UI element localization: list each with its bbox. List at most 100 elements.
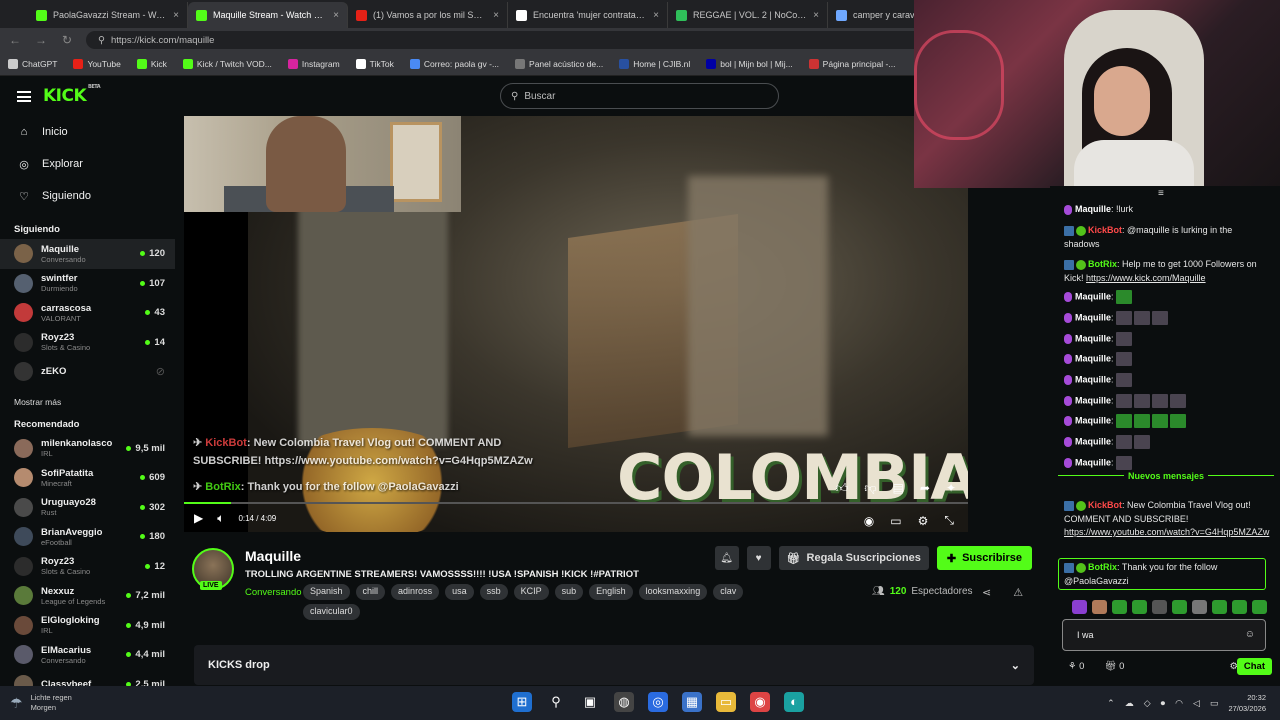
subscribe-button[interactable]: ✚ Suscribirse [936,546,1032,570]
chat-send-button[interactable]: Chat [1236,657,1272,675]
sidebar-channel[interactable]: Nexxuz League of Legends 7,2 mil [0,581,175,611]
thumbs-down-icon[interactable]: 👎︎ [864,481,876,496]
emote-icon[interactable] [1072,600,1087,614]
chat-username[interactable]: Maquille [1075,353,1111,363]
site-info-icon[interactable]: ⚲ [98,35,105,46]
toggle-icon[interactable]: ◉ [864,514,874,528]
search-input[interactable]: ⚲ Buscar [500,83,779,109]
kicks-icon[interactable]: ⚘ [1068,661,1077,672]
close-icon[interactable]: × [493,10,499,21]
stream-tag[interactable]: Spanish [303,584,350,600]
bookmark-item[interactable]: Instagram [287,58,340,69]
stream-tag[interactable]: sub [554,584,584,600]
chat-username[interactable]: BotRix [1088,259,1117,269]
sidebar-nav-inicio[interactable]: ⌂ Inicio [0,116,175,148]
play-icon[interactable]: ▶ [194,511,203,525]
fullscreen-icon[interactable]: ⤡ [944,513,954,528]
sidebar-channel[interactable]: BrianAveggio eFootball 180 [0,522,175,552]
speaker-icon[interactable]: ◁ [1193,698,1200,709]
chevron-up-icon[interactable]: ⌃ [1107,698,1115,709]
sidebar-nav-explorar[interactable]: ◎ Explorar [0,148,175,180]
bookmark-item[interactable]: bol | Mijn bol | Mij... [706,58,793,69]
chat-username[interactable]: Maquille [1075,333,1111,343]
chat-username[interactable]: Maquille [1075,415,1111,425]
task-view-icon[interactable]: ▣ [580,692,600,712]
close-icon[interactable]: × [333,10,339,21]
stream-tag[interactable]: English [589,584,633,600]
sidebar-channel[interactable]: SofiPatatita Minecraft 609 [0,463,175,493]
emote-icon[interactable] [1232,600,1247,614]
bookmark-item[interactable]: ChatGPT [8,58,57,69]
close-icon[interactable]: × [653,10,659,21]
sidebar-channel[interactable]: Maquille Conversando 120 [0,239,175,269]
sidebar-channel[interactable]: Classybeef 2,5 mil [0,670,175,686]
share-icon[interactable]: ➦ [920,481,930,496]
emote-icon[interactable] [1092,600,1107,614]
store-icon[interactable]: ▦ [682,692,702,712]
chat-username[interactable]: Maquille [1075,395,1111,405]
chat-username[interactable]: Maquille [1075,312,1111,322]
stream-tag[interactable]: clavicular0 [303,604,360,620]
reload-icon[interactable]: ↻ [60,33,74,47]
clock[interactable]: 20:32 27/03/2026 [1228,692,1266,714]
chat-username[interactable]: KickBot [1088,225,1122,235]
edge-icon[interactable]: ◐ [784,692,804,712]
chat-username[interactable]: Maquille [1075,457,1111,467]
chat-link[interactable]: https://www.kick.com/Maquille [1086,273,1206,283]
browser-tab[interactable]: REGGAE | VOL. 2 | NoCopyrightVa × [668,2,828,28]
chrome-icon[interactable]: ◉ [750,692,770,712]
bookmark-item[interactable]: Página principal -... [808,58,895,69]
folder-icon[interactable]: ▭ [716,692,736,712]
bookmark-item[interactable]: Correo: paola gv -... [409,58,499,69]
pinned-icon[interactable]: ≡ [1158,188,1164,199]
stream-tag[interactable]: looksmaxxing [638,584,708,600]
channel-name[interactable]: Maquille [245,548,301,564]
gift-subs-button[interactable]: 🎁︎ Regala Suscripciones [778,546,929,570]
bookmark-item[interactable]: Panel acústico de... [515,58,603,69]
kick-logo[interactable]: KICK BETA [43,84,101,106]
messenger-icon[interactable]: ◎ [648,692,668,712]
chat-username[interactable]: Maquille [1075,204,1111,214]
network-icon[interactable]: ◇ [1144,698,1151,709]
sidebar-channel[interactable]: swintfer Durmiendo 107 [0,269,175,299]
forward-icon[interactable]: → [34,33,48,47]
stream-tag[interactable]: chill [355,584,386,600]
browser-tab[interactable]: (1) Vamos a por los mil SEGUIDOR × [348,2,508,28]
report-icon[interactable]: ⚠ [1013,586,1023,599]
emote-icon[interactable] [1172,600,1187,614]
close-icon[interactable]: × [173,10,179,21]
sidebar-channel[interactable]: Royz23 Slots & Casino 14 [0,328,175,358]
stream-tag[interactable]: usa [445,584,474,600]
emoji-icon[interactable]: ☺ [1245,629,1255,640]
cloud-icon[interactable]: ☁ [1125,698,1134,709]
kicks-drop-panel[interactable]: KICKS drop ⌄ [194,645,1034,685]
bookmark-item[interactable]: Kick [136,58,167,69]
emote-icon[interactable] [1192,600,1207,614]
sidebar-channel[interactable]: Uruguayo28 Rust 302 [0,493,175,523]
windows-start-icon[interactable]: ⊞ [512,692,532,712]
comment-icon[interactable]: ▤ [893,481,904,496]
sidebar-channel[interactable]: ElMacarius Conversando 4,4 mil [0,640,175,670]
emote-icon[interactable] [1212,600,1227,614]
browser-tab[interactable]: Maquille Stream - Watch Live × [188,2,348,28]
chat-username[interactable]: Maquille [1075,436,1111,446]
sparkle-icon[interactable]: ✦ [946,481,956,496]
sidebar-channel[interactable]: milenkanolasco IRL 9,5 mil [0,434,175,464]
emote-icon[interactable] [1112,600,1127,614]
emote-icon[interactable] [1132,600,1147,614]
chat-input[interactable]: I wa ☺ [1062,619,1266,651]
browser-tab[interactable]: PaolaGavazzi Stream - Watch Live × [28,2,188,28]
chat-username[interactable]: Maquille [1075,291,1111,301]
browser-tab[interactable]: Encuentra 'mujer contrata latinos × [508,2,668,28]
discord-icon[interactable]: ◍ [614,692,634,712]
emote-icon[interactable] [1252,600,1267,614]
menu-icon[interactable] [17,90,31,102]
sidebar-nav-siguiendo[interactable]: ♡ Siguiendo [0,180,175,212]
sidebar-channel[interactable]: carrascosa VALORANT 43 [0,298,175,328]
sidebar-channel[interactable]: zEKO ⊘ [0,357,175,387]
heart-icon[interactable]: ♥ [746,546,771,570]
bookmark-item[interactable]: YouTube [73,58,121,69]
bookmark-item[interactable]: Home | CJIB.nl [619,58,690,69]
mic-icon[interactable]: ⏺ [1161,698,1166,709]
search-icon[interactable]: ⚲ [546,692,566,712]
